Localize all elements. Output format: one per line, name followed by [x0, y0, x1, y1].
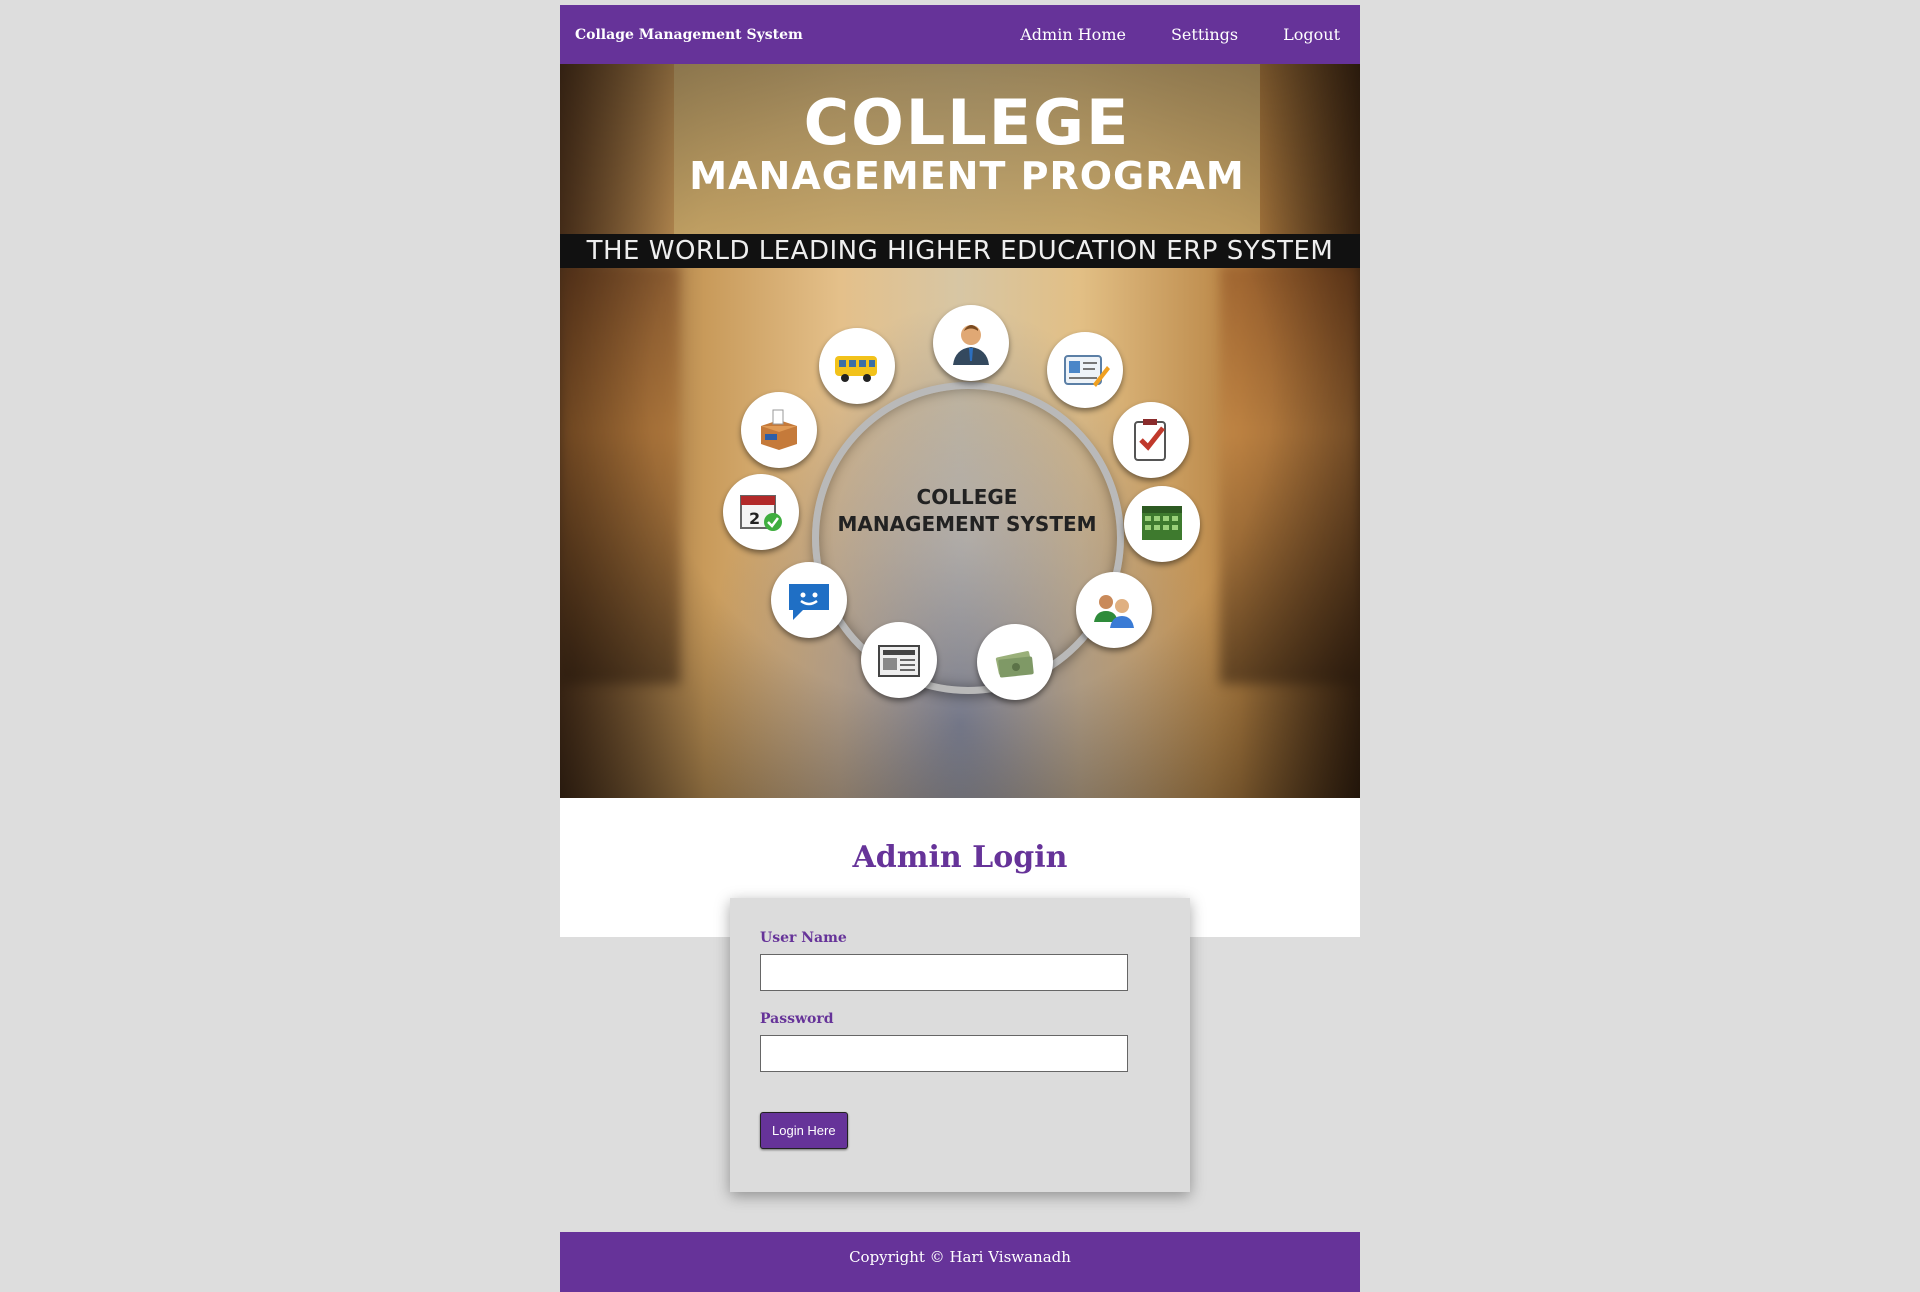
center-ring-text: COLLEGE MANAGEMENT SYSTEM	[837, 485, 1097, 536]
footer: Copyright © Hari Viswanadh	[560, 1232, 1360, 1292]
group-icon	[1076, 572, 1152, 648]
password-label: Password	[760, 1011, 834, 1027]
page-container: Collage Management System Admin Home Set…	[560, 5, 1360, 937]
calendar-date-icon: 2	[723, 474, 799, 550]
chat-icon	[771, 562, 847, 638]
banner-title-box: COLLEGE MANAGEMENT PROGRAM	[674, 64, 1260, 234]
banner-tagline: THE WORLD LEADING HIGHER EDUCATION ERP S…	[560, 234, 1360, 268]
nav-logout-link[interactable]: Logout	[1283, 25, 1340, 44]
nav-settings-link[interactable]: Settings	[1171, 25, 1238, 44]
nav-links: Admin Home Settings Logout	[1020, 25, 1340, 44]
ballot-box-icon	[741, 392, 817, 468]
bus-icon	[819, 328, 895, 404]
banner-title-line2: MANAGEMENT PROGRAM	[689, 154, 1245, 198]
login-title: Admin Login	[852, 840, 1068, 875]
id-card-icon	[1047, 332, 1123, 408]
person-icon	[933, 305, 1009, 381]
money-icon	[977, 624, 1053, 700]
nav-admin-home-link[interactable]: Admin Home	[1020, 25, 1126, 44]
username-input[interactable]	[760, 954, 1128, 991]
top-navbar: Collage Management System Admin Home Set…	[560, 5, 1360, 64]
center-ring	[812, 382, 1124, 694]
footer-copyright: Copyright © Hari Viswanadh	[849, 1248, 1071, 1266]
login-button[interactable]: Login Here	[760, 1112, 848, 1149]
checklist-icon	[1113, 402, 1189, 478]
username-label: User Name	[760, 930, 847, 946]
login-form: User Name Password Login Here	[730, 898, 1190, 1192]
brand-title: Collage Management System	[575, 26, 803, 43]
hero-banner: COLLEGE MANAGEMENT PROGRAM THE WORLD LEA…	[560, 64, 1360, 798]
banner-title-line1: COLLEGE	[803, 86, 1131, 159]
password-input[interactable]	[760, 1035, 1128, 1072]
calendar-grid-icon	[1124, 486, 1200, 562]
newspaper-icon	[861, 622, 937, 698]
svg-text:2: 2	[749, 509, 760, 528]
